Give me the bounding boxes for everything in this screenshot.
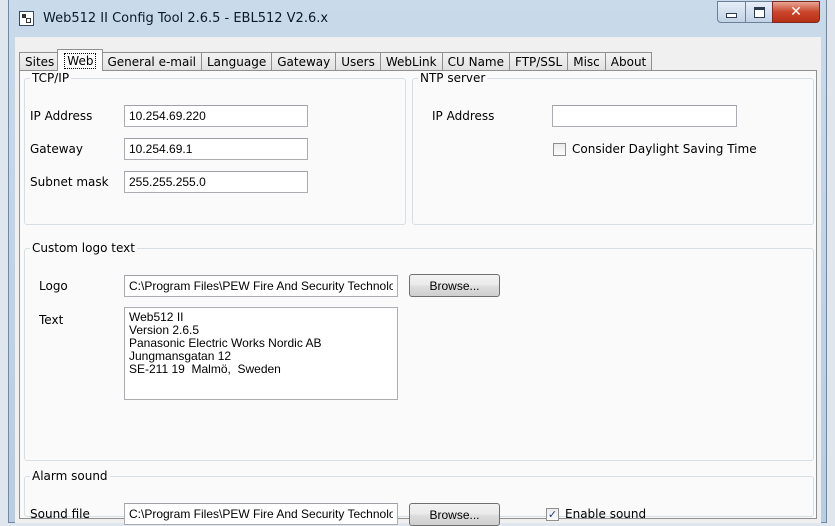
enable-sound-label: Enable sound [565,507,647,521]
tab-label: Language [207,55,267,69]
minimize-icon [726,12,737,18]
tab-label: Gateway [277,55,331,69]
subnet-mask-input[interactable] [124,171,308,193]
custom-logo-text-legend: Custom logo text [32,241,135,255]
logo-label: Logo [39,279,68,293]
ntp-group: NTP server IP Address Consider Daylight … [412,71,814,225]
text-label: Text [39,313,64,327]
client-area: Sites Web General e-mail Language Gateway Use… [15,37,821,526]
tab-label: Users [341,55,375,69]
sound-file-input[interactable] [124,503,398,525]
tab-label: CU Name [447,55,504,69]
gateway-label: Gateway [30,142,84,156]
tab-label: General e-mail [107,55,196,69]
tab-label: About [610,55,647,69]
tab-label: Sites [25,55,55,69]
logo-path-input[interactable] [124,275,398,297]
ntp-ip-address-label: IP Address [432,109,495,123]
alarm-sound-legend: Alarm sound [32,469,108,483]
tab-label: Web [64,52,97,69]
tab-users[interactable]: Users [335,52,381,71]
tab-ftp-ssl[interactable]: FTP/SSL [509,52,569,71]
tab-about[interactable]: About [604,52,653,71]
maximize-icon [753,6,765,18]
tab-general-e-mail[interactable]: General e-mail [101,52,202,71]
tab-gateway[interactable]: Gateway [271,52,337,71]
ntp-ip-address-input[interactable] [552,105,737,127]
window-title: Web512 II Config Tool 2.6.5 - EBL512 V2.… [43,11,329,26]
logo-browse-button[interactable]: Browse... [409,274,500,297]
tab-label: Misc [573,55,600,69]
tab-cu-name[interactable]: CU Name [441,52,510,71]
daylight-saving-checkbox[interactable]: Consider Daylight Saving Time [553,142,757,156]
tab-web[interactable]: Web [57,49,104,71]
app-window: Web512 II Config Tool 2.6.5 - EBL512 V2.… [8,0,827,526]
tab-language[interactable]: Language [201,52,273,71]
daylight-saving-label: Consider Daylight Saving Time [572,142,757,156]
close-button[interactable]: ✕ [772,1,820,23]
title-bar[interactable]: Web512 II Config Tool 2.6.5 - EBL512 V2.… [9,0,826,38]
subnet-mask-label: Subnet mask [30,175,109,189]
tab-panel-web: TCP/IP IP Address Gateway Subnet mask NT… [19,70,817,526]
ntp-legend: NTP server [420,71,486,85]
app-icon [19,11,34,26]
minimize-button[interactable] [717,1,745,23]
checkbox-box: ✓ [546,507,559,521]
window-controls: ✕ [717,1,820,23]
checkbox-box [553,142,566,156]
checkmark-icon: ✓ [547,507,558,521]
tab-weblink[interactable]: WebLink [379,52,443,71]
maximize-button[interactable] [745,1,772,23]
custom-logo-text-group: Custom logo text Logo Browse... Text Web… [24,241,814,461]
custom-text-area[interactable]: Web512 II Version 2.6.5 Panasonic Electr… [124,307,398,400]
tab-misc[interactable]: Misc [567,52,606,71]
tab-sites[interactable]: Sites [19,52,61,71]
tab-label: FTP/SSL [515,55,563,69]
ip-address-input[interactable] [124,105,308,127]
enable-sound-checkbox[interactable]: ✓ Enable sound [546,507,646,521]
sound-file-label: Sound file [30,507,90,521]
alarm-sound-group: Alarm sound Sound file Browse... ✓ Enabl… [24,469,814,526]
tab-label: WebLink [385,55,437,69]
tcpip-legend: TCP/IP [32,71,70,85]
gateway-input[interactable] [124,138,308,160]
ip-address-label: IP Address [30,109,93,123]
tab-strip: Sites Web General e-mail Language Gateway Use… [19,49,653,71]
tcpip-group: TCP/IP IP Address Gateway Subnet mask [24,71,406,225]
close-icon: ✕ [790,4,802,20]
